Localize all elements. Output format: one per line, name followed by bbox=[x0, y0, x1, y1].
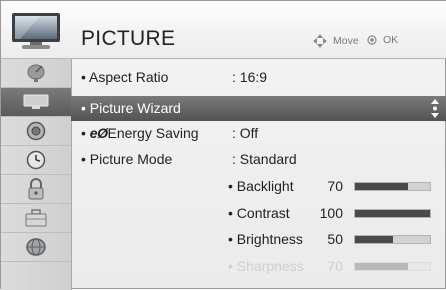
contrast-value: 100 bbox=[319, 205, 343, 221]
aspect-ratio-row[interactable]: • Aspect Ratio : 16:9 bbox=[71, 65, 446, 90]
sidebar-item-option[interactable] bbox=[1, 204, 71, 233]
speaker-icon bbox=[26, 121, 46, 141]
brightness-value: 50 bbox=[327, 231, 343, 247]
sharpness-label: • Sharpness bbox=[228, 258, 304, 274]
brightness-bar[interactable] bbox=[354, 235, 431, 244]
tv-screen-icon bbox=[23, 94, 49, 109]
contrast-bar[interactable] bbox=[354, 209, 431, 218]
contrast-label: • Contrast bbox=[228, 205, 290, 221]
ok-button-icon bbox=[367, 35, 377, 45]
picture-mode-value: : Standard bbox=[232, 151, 297, 167]
move-hint-label: Move bbox=[333, 35, 359, 47]
eco-logo: eØ bbox=[89, 125, 108, 141]
clock-icon bbox=[26, 150, 46, 170]
category-sidebar bbox=[1, 59, 72, 290]
ok-hint: OK bbox=[367, 34, 398, 46]
contrast-bar-fill bbox=[355, 210, 430, 217]
contrast-row[interactable]: • Contrast 100 bbox=[71, 201, 446, 226]
energy-saving-label: Energy Saving bbox=[107, 125, 199, 141]
navigation-arrows-icon bbox=[313, 34, 327, 48]
globe-icon bbox=[26, 238, 46, 256]
backlight-value: 70 bbox=[327, 178, 343, 194]
ok-hint-label: OK bbox=[383, 34, 399, 46]
page-title: PICTURE bbox=[81, 27, 176, 50]
energy-saving-row[interactable]: • eØEnergy Saving : Off bbox=[71, 121, 446, 146]
backlight-bar-fill bbox=[355, 183, 408, 190]
aspect-ratio-label: • Aspect Ratio bbox=[81, 69, 169, 85]
sharpness-bar-fill bbox=[355, 263, 408, 270]
sidebar-item-lock[interactable] bbox=[1, 175, 71, 204]
sidebar-item-time[interactable] bbox=[1, 146, 71, 175]
aspect-ratio-value: : 16:9 bbox=[232, 69, 268, 85]
scroll-arrows-icon bbox=[431, 99, 439, 118]
menu-header: PICTURE Move OK bbox=[1, 1, 446, 59]
picture-wizard-row[interactable]: • Picture Wizard bbox=[71, 96, 446, 121]
picture-menu-panel: PICTURE Move OK • Aspect Ratio: 16:9 • … bbox=[0, 0, 446, 290]
sharpness-row[interactable]: • Sharpness 70 bbox=[71, 254, 446, 279]
satellite-dish-icon bbox=[27, 64, 45, 82]
picture-mode-row[interactable]: • Picture Mode : Standard bbox=[71, 147, 446, 172]
sidebar-item-channel[interactable] bbox=[1, 59, 71, 88]
brightness-row[interactable]: • Brightness 50 bbox=[71, 227, 446, 252]
move-hint: Move bbox=[313, 34, 359, 48]
backlight-row[interactable]: • Backlight 70 bbox=[71, 174, 446, 199]
backlight-bar[interactable] bbox=[354, 182, 431, 191]
sidebar-item-network[interactable] bbox=[1, 233, 71, 262]
picture-mode-label: • Picture Mode bbox=[81, 151, 173, 167]
energy-saving-bullet: • bbox=[81, 125, 90, 141]
energy-saving-value: : Off bbox=[232, 125, 259, 141]
sidebar-item-picture[interactable] bbox=[1, 88, 71, 117]
briefcase-icon bbox=[25, 209, 47, 227]
tv-icon bbox=[12, 13, 60, 49]
backlight-label: • Backlight bbox=[228, 178, 294, 194]
brightness-bar-fill bbox=[355, 236, 393, 243]
brightness-label: • Brightness bbox=[228, 231, 303, 247]
lock-icon bbox=[28, 178, 44, 200]
sharpness-value: 70 bbox=[327, 258, 343, 274]
sidebar-item-audio[interactable] bbox=[1, 117, 71, 146]
picture-wizard-label: • Picture Wizard bbox=[81, 100, 181, 116]
sharpness-bar[interactable] bbox=[354, 262, 431, 271]
